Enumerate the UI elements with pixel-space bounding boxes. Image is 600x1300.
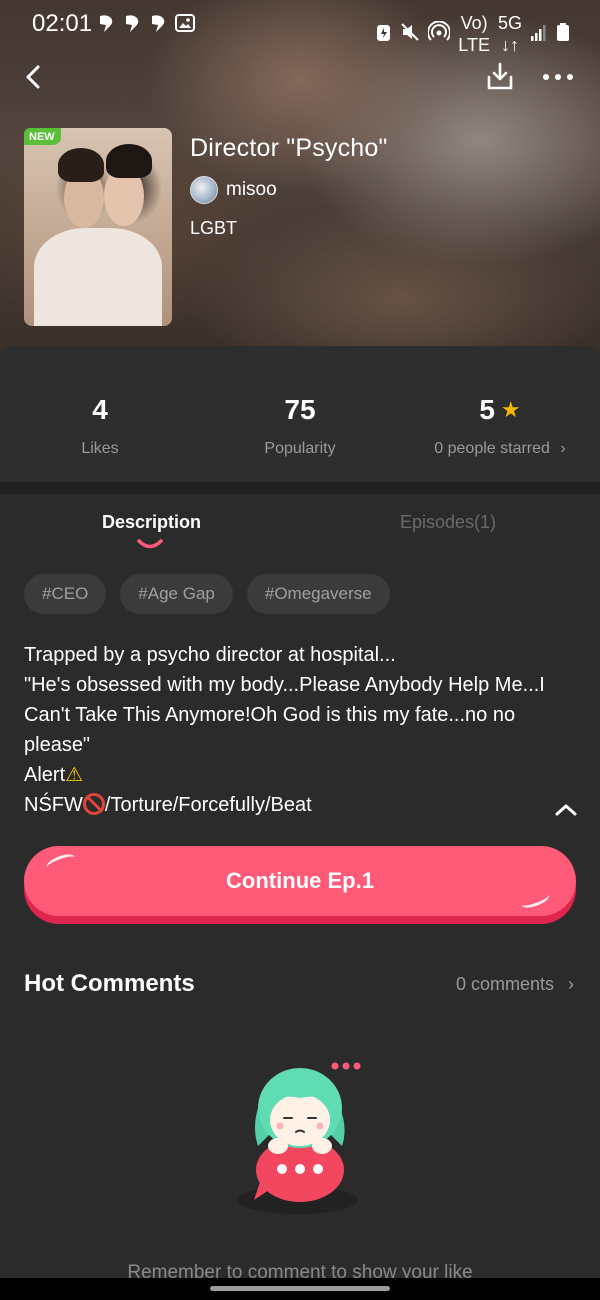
more-options-button[interactable]: [538, 59, 578, 95]
chevron-left-icon: [26, 65, 40, 89]
new-badge: NEW: [24, 128, 61, 145]
genre-label[interactable]: LGBT: [190, 218, 237, 239]
popularity-count: 75: [284, 394, 316, 425]
chevron-right-icon: ›: [568, 974, 574, 994]
comic-title: Director "Psycho": [190, 134, 388, 162]
author-link[interactable]: misoo: [190, 176, 277, 204]
tag-list: #CEO #Age Gap #Omegaverse: [24, 574, 390, 614]
chevron-up-icon: [555, 804, 577, 816]
comments-count-link[interactable]: 0 comments ›: [456, 974, 574, 995]
rating-stat[interactable]: 5 ★ 0 people starred ›: [400, 394, 600, 458]
notification-app-icon: [96, 12, 118, 39]
mute-icon: [400, 21, 420, 48]
likes-count: 4: [92, 394, 108, 425]
author-avatar: [190, 176, 218, 204]
tag-chip[interactable]: #CEO: [24, 574, 107, 614]
comic-cover-image: [24, 128, 172, 326]
comments-count: 0 comments: [455, 974, 554, 994]
system-icons: Vo) LTE 5G ↓↑: [376, 12, 570, 56]
continue-reading-label: Continue Ep.1: [226, 868, 374, 893]
system-navigation-bar: [0, 1278, 600, 1300]
notification-app-icon: [122, 12, 144, 39]
stats-panel: 4 Likes 75 Popularity 5 ★ 0 people starr…: [0, 346, 600, 482]
chevron-right-icon: ›: [560, 440, 566, 457]
rating-value: 5: [479, 394, 495, 425]
signal-icon: [530, 22, 548, 47]
home-gesture-handle[interactable]: [210, 1286, 390, 1291]
network-type-indicator: 5G ↓↑: [497, 13, 522, 55]
volte-indicator: Vo) LTE: [458, 13, 490, 55]
download-icon: [487, 62, 513, 90]
back-button[interactable]: [18, 59, 54, 95]
warning-icon: ⚠: [65, 764, 84, 786]
tab-description[interactable]: Description: [102, 512, 201, 533]
tab-active-indicator: [137, 539, 163, 549]
tab-episodes[interactable]: Episodes(1): [400, 512, 496, 533]
empty-comments-mascot-icon: [238, 1062, 361, 1214]
likes-stat: 4 Likes: [0, 394, 200, 458]
rating-label: 0 people starred: [434, 440, 550, 457]
battery-saver-icon: [376, 21, 392, 48]
more-horizontal-icon: [543, 74, 573, 80]
hot-comments-title: Hot Comments: [24, 970, 195, 997]
popularity-stat: 75 Popularity: [200, 394, 400, 458]
status-bar: 02:01 Vo) LTE 5G ↓↑: [0, 0, 600, 55]
popularity-label: Popularity: [264, 440, 336, 457]
star-icon: ★: [500, 397, 521, 422]
likes-label: Likes: [81, 440, 119, 457]
prohibited-icon: [82, 793, 105, 815]
description-text: Trapped by a psycho director at hospital…: [24, 644, 545, 816]
section-divider: [0, 482, 600, 494]
rating-label-row: 0 people starred ›: [400, 440, 600, 458]
author-name: misoo: [226, 179, 277, 200]
tag-chip[interactable]: #Omegaverse: [246, 574, 390, 614]
top-nav: [0, 55, 600, 101]
detail-card: 4 Likes 75 Popularity 5 ★ 0 people starr…: [0, 346, 600, 1300]
continue-reading-button[interactable]: Continue Ep.1: [24, 846, 576, 916]
download-button[interactable]: [482, 59, 518, 95]
notification-icons: [96, 12, 196, 39]
rating-value-row: 5 ★: [400, 394, 600, 426]
hotspot-icon: [427, 20, 452, 48]
battery-icon: [556, 21, 570, 48]
collapse-description-button[interactable]: [553, 800, 579, 818]
notification-app-icon: [148, 12, 170, 39]
status-time: 02:01: [32, 10, 93, 37]
gallery-icon: [174, 12, 196, 39]
tag-chip[interactable]: #Age Gap: [120, 574, 233, 614]
